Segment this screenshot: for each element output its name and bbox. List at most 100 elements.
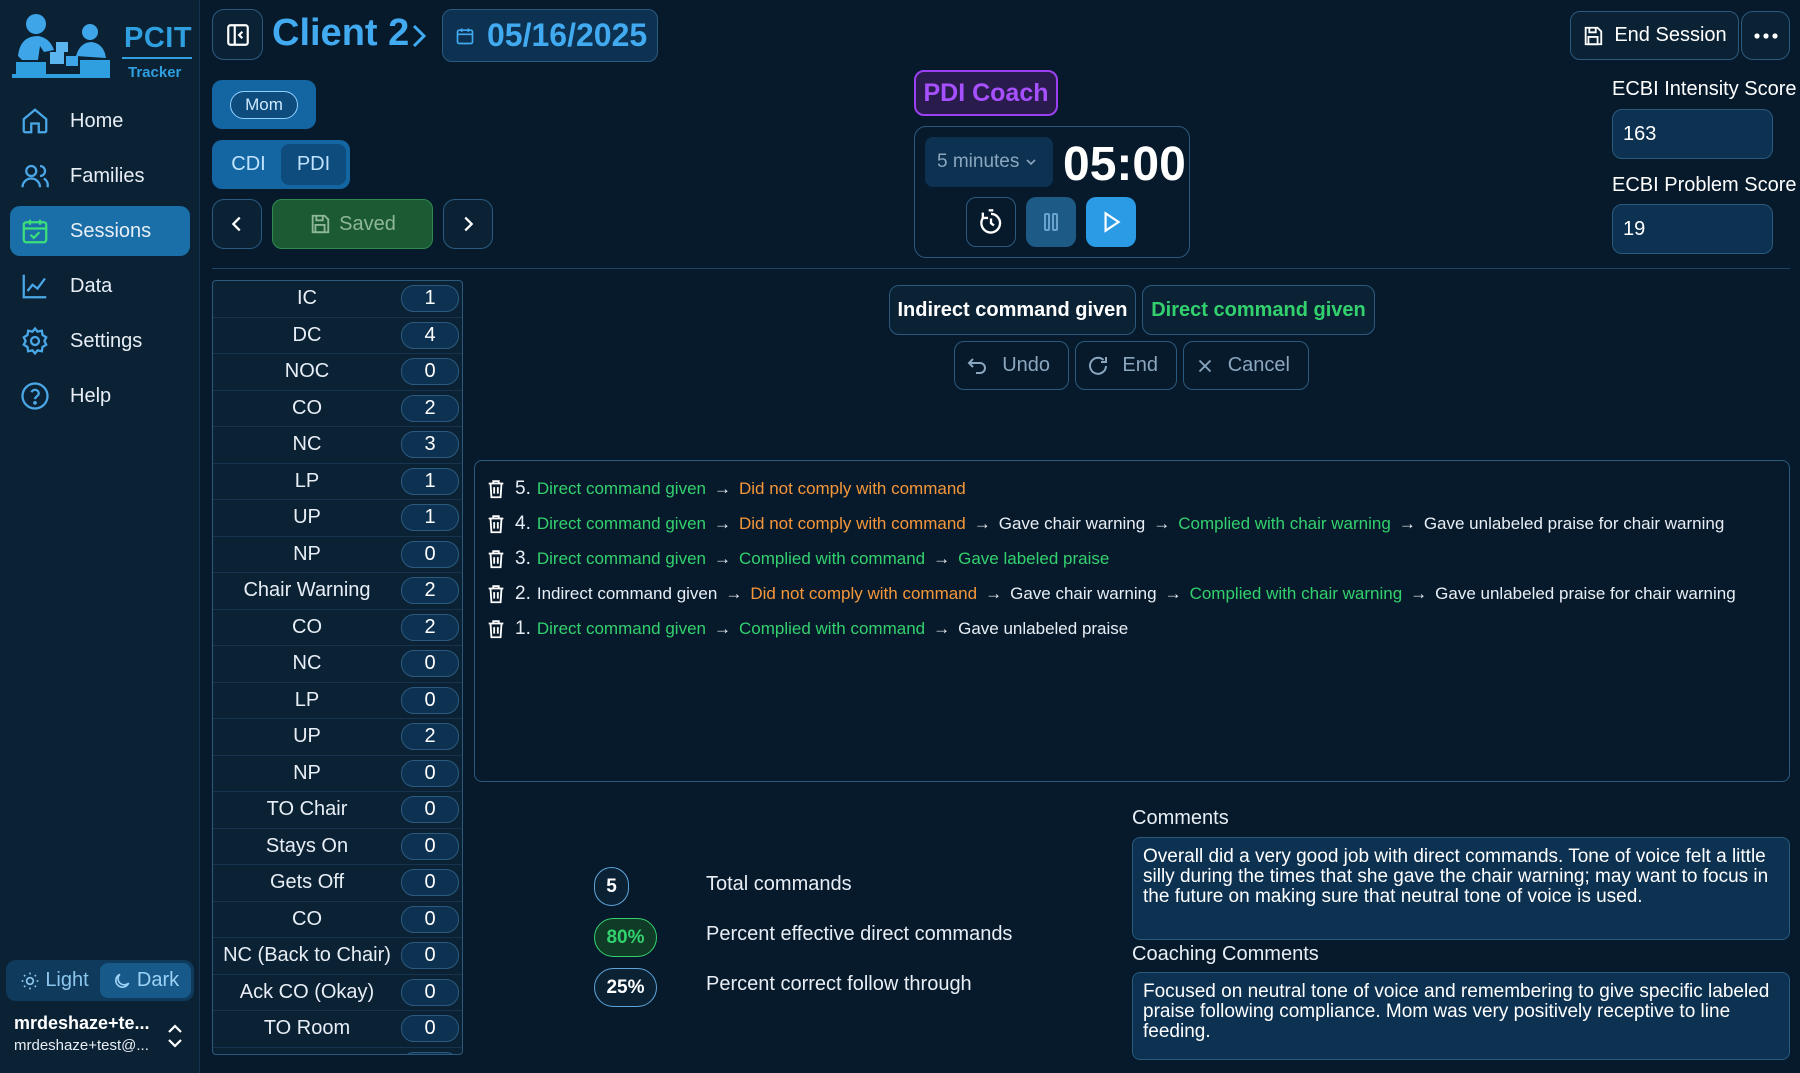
cancel-button[interactable]: Cancel xyxy=(1183,341,1309,390)
session-date-picker[interactable]: 05/16/2025 xyxy=(442,9,658,62)
sidebar-item-home[interactable]: Home xyxy=(10,96,190,146)
duration-select[interactable]: 5 minutes xyxy=(925,137,1053,187)
theme-light-button[interactable]: Light xyxy=(9,963,100,998)
ecbi-intensity-input[interactable] xyxy=(1612,109,1773,159)
calendar-check-icon xyxy=(22,219,48,244)
count-value[interactable]: 0 xyxy=(401,759,459,787)
user-menu[interactable]: mrdeshaze+te... mrdeshaze+test@... xyxy=(14,1013,194,1063)
end-button[interactable]: End xyxy=(1075,341,1177,390)
count-value[interactable]: 0 xyxy=(401,942,459,970)
count-value[interactable]: 0 xyxy=(401,540,459,568)
chevron-left-icon xyxy=(231,216,241,232)
follow-through-badge: 25% xyxy=(594,968,657,1007)
brand-subtitle: Tracker xyxy=(128,64,182,81)
sidebar-item-settings[interactable]: Settings xyxy=(10,316,190,366)
sidebar-item-sessions[interactable]: Sessions xyxy=(10,206,190,256)
count-value[interactable]: 3 xyxy=(401,431,459,459)
arrow-right-icon: → xyxy=(713,548,731,568)
trash-icon[interactable] xyxy=(485,513,507,535)
parent-chip[interactable]: Mom xyxy=(230,90,298,119)
count-value[interactable]: 0 xyxy=(401,686,459,714)
more-options-button[interactable] xyxy=(1741,11,1790,60)
count-value[interactable]: 0 xyxy=(401,1015,459,1043)
count-label: LP xyxy=(294,688,320,711)
log-step: Gave unlabeled praise for chair warning xyxy=(1423,513,1725,533)
reset-timer-button[interactable] xyxy=(966,197,1016,247)
trash-icon[interactable] xyxy=(485,583,507,605)
sidebar-item-help[interactable]: Help xyxy=(10,371,190,421)
client-name[interactable]: Client 2 xyxy=(272,12,409,55)
count-value[interactable]: 0 xyxy=(401,650,459,678)
count-row: CO 2 xyxy=(213,610,462,646)
count-value[interactable]: 2 xyxy=(401,577,459,605)
save-icon xyxy=(311,214,330,234)
count-row: CO 0 xyxy=(213,902,462,938)
save-status-button[interactable]: Saved xyxy=(272,199,433,249)
sidebar-item-data[interactable]: Data xyxy=(10,261,190,311)
trash-icon[interactable] xyxy=(485,478,507,500)
theme-dark-button[interactable]: Dark xyxy=(100,963,191,998)
help-circle-icon xyxy=(21,382,49,410)
undo-button[interactable]: Undo xyxy=(954,341,1069,390)
sidebar-item-label: Sessions xyxy=(70,219,152,242)
home-icon xyxy=(22,108,48,134)
log-step: Gave chair warning xyxy=(1010,583,1157,603)
direct-command-button[interactable]: Direct command given xyxy=(1142,285,1375,335)
chevron-down-icon xyxy=(1026,159,1036,166)
count-value[interactable]: 0 xyxy=(401,358,459,386)
count-label: NP xyxy=(293,761,321,784)
mode-cdi-button[interactable]: CDI xyxy=(216,144,281,185)
count-value[interactable]: 4 xyxy=(401,321,459,349)
log-step: Direct command given xyxy=(536,548,706,568)
count-value[interactable]: 0 xyxy=(401,905,459,933)
count-value[interactable]: 0 xyxy=(401,832,459,860)
coaching-comments-label: Coaching Comments xyxy=(1132,943,1319,965)
count-value[interactable]: 2 xyxy=(401,723,459,751)
gear-icon xyxy=(22,326,48,356)
count-label: CO xyxy=(292,396,322,419)
count-value[interactable]: 0 xyxy=(401,869,459,897)
count-row: NC 0 xyxy=(213,646,462,683)
sidebar-toggle-button[interactable] xyxy=(212,9,263,60)
coach-mode-badge: PDI Coach xyxy=(914,70,1058,116)
log-entry: 4. Direct command given → Did not comply wi… xyxy=(475,506,1789,541)
count-value[interactable]: 2 xyxy=(401,394,459,422)
count-label: NC xyxy=(292,433,322,456)
ecbi-problem-input[interactable] xyxy=(1612,204,1773,254)
count-label: Gets Off xyxy=(269,871,345,894)
coaching-comments-textarea[interactable]: Focused on neutral tone of voice and rem… xyxy=(1132,972,1790,1060)
count-value[interactable] xyxy=(401,1051,459,1054)
count-value[interactable]: 1 xyxy=(401,467,459,495)
log-step: Complied with chair warning xyxy=(1189,583,1403,603)
sidebar-item-families[interactable]: Families xyxy=(10,151,190,201)
count-value[interactable]: 2 xyxy=(401,613,459,641)
trash-icon[interactable] xyxy=(485,548,507,570)
mode-pdi-button[interactable]: PDI xyxy=(281,144,346,185)
save-status-label: Saved xyxy=(339,212,396,235)
arrow-right-icon: → xyxy=(713,618,731,638)
next-button[interactable] xyxy=(443,199,493,249)
indirect-command-button[interactable]: Indirect command given xyxy=(889,285,1136,335)
count-row: CO 2 xyxy=(213,391,462,427)
arrow-right-icon: → xyxy=(725,583,743,603)
users-icon xyxy=(21,164,49,188)
count-value[interactable]: 1 xyxy=(401,504,459,532)
trash-icon[interactable] xyxy=(485,618,507,640)
arrow-right-icon: → xyxy=(933,548,951,568)
previous-button[interactable] xyxy=(212,199,262,249)
total-commands-badge: 5 xyxy=(594,867,629,906)
count-value[interactable]: 0 xyxy=(401,978,459,1006)
end-session-button[interactable]: End Session xyxy=(1570,11,1739,60)
play-button[interactable] xyxy=(1086,197,1136,247)
count-row: TO Room 0 xyxy=(213,1011,462,1048)
sidebar: PCIT Tracker Home Families Sessions Data xyxy=(0,0,200,1073)
pause-button[interactable] xyxy=(1026,197,1076,247)
arrow-right-icon: → xyxy=(1398,513,1416,533)
count-value[interactable]: 0 xyxy=(401,796,459,824)
log-entry: 5. Direct command given → Did not comply wi… xyxy=(475,471,1789,506)
count-value[interactable]: 1 xyxy=(401,285,459,313)
effective-commands-badge: 80% xyxy=(594,918,657,957)
comments-textarea[interactable]: Overall did a very good job with direct … xyxy=(1132,837,1790,940)
count-label: LP xyxy=(294,469,320,492)
log-step: Gave labeled praise xyxy=(958,548,1110,568)
